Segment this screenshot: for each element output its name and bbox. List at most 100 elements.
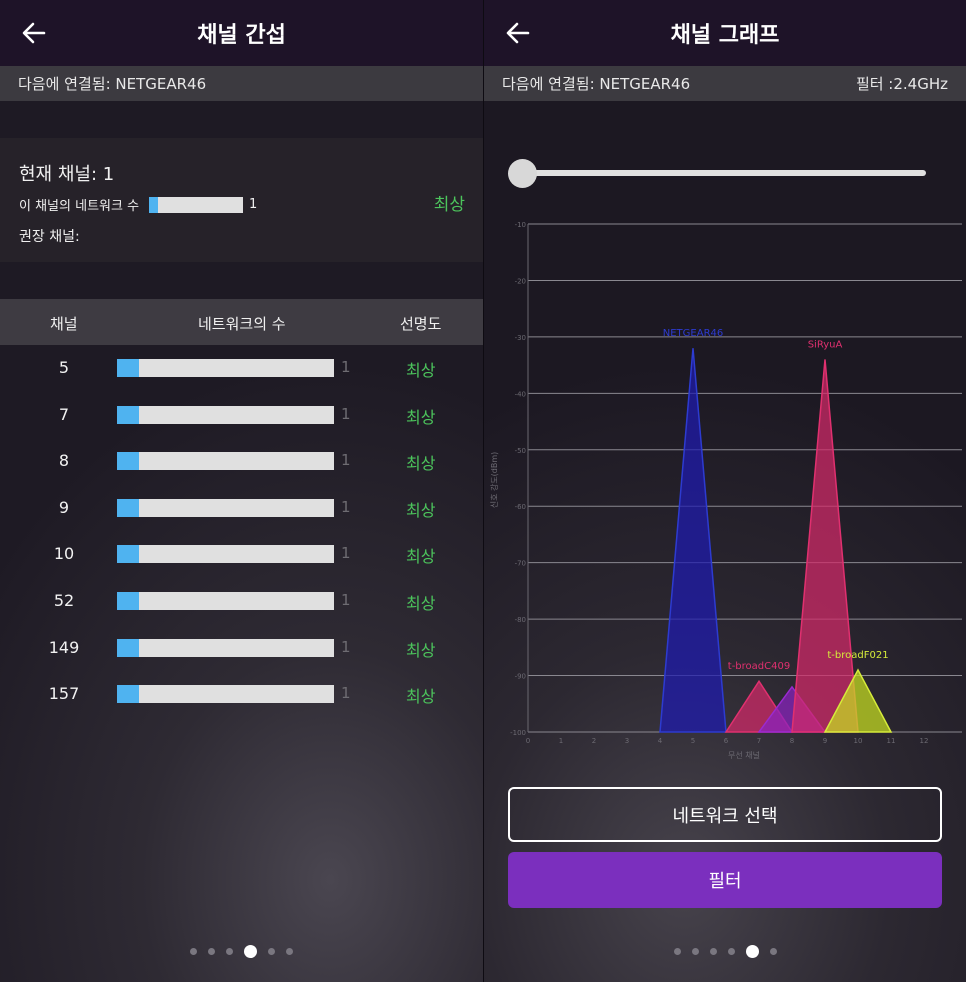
back-arrow-icon[interactable] [20, 19, 48, 47]
column-header-channel: 채널 [50, 315, 78, 333]
x-tick-label: 4 [658, 737, 663, 745]
top-app-bar: 채널 간섭 [0, 0, 483, 66]
series-peak [659, 348, 727, 733]
networks-on-channel-label: 이 채널의 네트워크 수 [19, 199, 140, 214]
row-network-bar-fill [117, 591, 139, 610]
connection-status-bar: 다음에 연결됨: NETGEAR46 필터 :2.4GHz [484, 66, 966, 101]
page-dot[interactable] [208, 948, 215, 955]
row-channel: 149 [48, 637, 80, 657]
x-tick-label: 5 [691, 737, 695, 745]
x-tick-label: 12 [920, 737, 929, 745]
current-channel-card: 현재 채널: 1 이 채널의 네트워크 수 1 최상 권장 채널: [0, 138, 483, 262]
select-network-button[interactable]: 네트워크 선택 [508, 787, 942, 842]
x-axis-label: 무선 채널 [728, 750, 760, 760]
y-tick-label: -80 [515, 616, 526, 624]
row-network-bar-fill [117, 638, 139, 657]
row-quality: 최상 [406, 361, 436, 380]
current-channel-title: 현재 채널: 1 [19, 164, 115, 185]
filter-button[interactable]: 필터 [508, 852, 942, 908]
row-network-bar [117, 545, 334, 564]
x-tick-label: 6 [724, 737, 729, 745]
x-tick-label: 1 [559, 737, 563, 745]
row-network-bar-fill [117, 405, 139, 424]
y-tick-label: -60 [515, 503, 526, 511]
y-tick-label: -30 [515, 334, 526, 342]
row-quality: 최상 [406, 547, 436, 567]
channel-interference-screen: 채널 간섭 다음에 연결됨: NETGEAR46 현재 채널: 1 이 채널의 … [0, 0, 483, 982]
row-network-bar [117, 498, 334, 517]
channel-range-slider[interactable] [514, 170, 926, 176]
x-tick-label: 8 [790, 737, 794, 745]
page-dot[interactable] [268, 948, 275, 955]
row-quality: 최상 [406, 500, 436, 520]
row-network-count: 1 [341, 684, 351, 703]
series-label: t-broadC409 [728, 661, 790, 672]
page-dot[interactable] [727, 948, 735, 955]
y-tick-label: -70 [515, 560, 526, 568]
row-network-count: 1 [341, 590, 351, 609]
table-row: 8 1 최상 [0, 438, 483, 485]
row-network-bar-fill [117, 359, 139, 377]
page-title: 채널 그래프 [670, 23, 780, 48]
row-channel: 9 [58, 497, 70, 517]
page-dot-active[interactable] [745, 945, 759, 958]
column-header-network-count: 네트워크의 수 [198, 315, 286, 333]
page-indicator [484, 945, 966, 958]
x-tick-label: 2 [592, 737, 596, 745]
y-tick-label: -90 [515, 673, 526, 681]
row-network-bar [117, 452, 334, 471]
series-label: t-broadF021 [827, 650, 888, 661]
row-channel: 52 [53, 590, 75, 610]
row-network-bar [117, 405, 334, 424]
row-network-count: 1 [341, 497, 351, 516]
table-row: 9 1 최상 [0, 485, 483, 532]
y-axis-label: 신호 강도(dBm) [489, 452, 499, 509]
table-row: 7 1 최상 [0, 392, 483, 439]
x-tick-label: 3 [625, 737, 629, 745]
y-tick-label: -100 [510, 729, 526, 737]
table-row: 10 1 최상 [0, 531, 483, 578]
row-network-bar-fill [117, 545, 139, 564]
x-tick-label: 9 [823, 737, 827, 745]
series-label: SiRyuA [808, 339, 843, 350]
column-header-clarity: 선명도 [400, 315, 442, 333]
series-label: NETGEAR46 [663, 328, 724, 339]
row-network-count: 1 [341, 404, 351, 423]
band-filter-text: 필터 :2.4GHz [855, 75, 948, 93]
page-dot[interactable] [709, 948, 717, 955]
page-dot[interactable] [691, 948, 699, 955]
row-channel: 8 [58, 451, 70, 471]
channel-graph-screen: 채널 그래프 다음에 연결됨: NETGEAR46 필터 :2.4GHz -10… [484, 0, 966, 982]
page-title: 채널 간섭 [197, 23, 286, 48]
table-row: 149 1 최상 [0, 625, 483, 672]
page-dot[interactable] [769, 948, 777, 955]
back-arrow-icon[interactable] [504, 19, 532, 47]
networks-count-bar-fill [149, 196, 159, 213]
page-dot[interactable] [673, 948, 681, 955]
page-dot[interactable] [226, 948, 233, 955]
series-peak [791, 359, 859, 733]
row-network-bar [117, 638, 334, 657]
row-quality: 최상 [406, 454, 436, 474]
connection-status-bar: 다음에 연결됨: NETGEAR46 [0, 66, 483, 101]
channel-table-body: 5 1 최상 7 1 최상 8 1 최상 9 1 최상 10 1 최상 52 1 최상 149 1 최상 157 1 최상 [0, 345, 483, 718]
page-dot[interactable] [286, 948, 293, 955]
channel-signal-chart: -10-20-30-40-50-60-70-80-90-1000 1 2 3 4 5 6 7 8… [489, 221, 962, 760]
table-row: 5 1 최상 [0, 345, 483, 392]
current-channel-quality: 최상 [433, 195, 465, 215]
x-tick-label: 10 [854, 737, 863, 745]
slider-thumb[interactable] [508, 159, 537, 188]
row-network-bar [117, 359, 334, 377]
row-channel: 5 [58, 358, 70, 377]
y-tick-label: -50 [515, 447, 526, 455]
page-dot-active[interactable] [244, 945, 257, 958]
top-app-bar: 채널 그래프 [484, 0, 966, 66]
connected-network-text: 다음에 연결됨: NETGEAR46 [502, 75, 691, 93]
networks-count-bar [149, 196, 244, 213]
row-quality: 최상 [406, 407, 436, 427]
y-tick-label: -40 [515, 390, 526, 398]
row-network-count: 1 [341, 451, 351, 470]
connected-network-text: 다음에 연결됨: NETGEAR46 [18, 75, 207, 93]
x-tick-label: 0 [526, 737, 530, 745]
page-dot[interactable] [190, 948, 197, 955]
